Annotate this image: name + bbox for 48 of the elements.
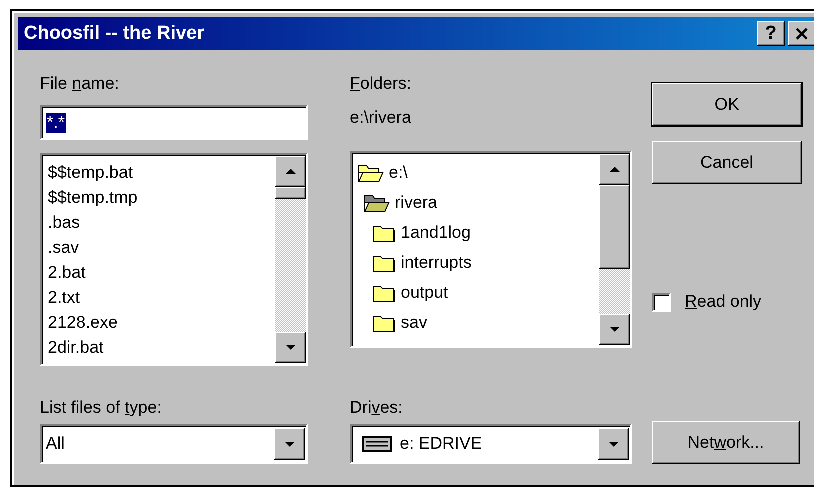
down-arrow-icon: [608, 440, 620, 448]
file-list-item[interactable]: 2128.exe: [46, 310, 271, 335]
folder-list-item[interactable]: 1and1log: [356, 218, 595, 248]
dialog-button[interactable]: OK: [652, 83, 802, 126]
folder-list-item[interactable]: e:\: [356, 158, 595, 188]
up-arrow-icon: [284, 167, 296, 176]
window-title: Choosfil -- the River: [24, 22, 205, 44]
close-button[interactable]: [788, 21, 814, 46]
dialog-button[interactable]: Cancel: [652, 141, 802, 184]
folder-list-item[interactable]: output: [356, 278, 595, 308]
file-list-item[interactable]: $$temp.tmp: [46, 185, 271, 210]
network-button[interactable]: Network...: [652, 421, 800, 464]
file-list-item[interactable]: $$temp.bat: [46, 160, 271, 185]
field-label: Folders:: [350, 74, 412, 94]
drive-icon: [362, 435, 392, 453]
folder-list-item[interactable]: interrupts: [356, 248, 595, 278]
dropdown-button[interactable]: [598, 428, 629, 460]
close-icon: [795, 28, 809, 40]
folder-list-item[interactable]: rivera: [356, 188, 595, 218]
file-list-item[interactable]: 2.bat: [46, 260, 271, 285]
scroll-down-button[interactable]: [599, 314, 630, 345]
scroll-down-button[interactable]: [275, 332, 306, 363]
folder-list-item[interactable]: sav: [356, 308, 595, 338]
folder-path: e:\rivera: [350, 107, 412, 129]
dropdown-button[interactable]: [274, 428, 305, 460]
field-label: Drives:: [350, 398, 404, 418]
scroll-up-button[interactable]: [599, 154, 630, 185]
up-arrow-icon: [608, 165, 620, 174]
drive-dropdown[interactable]: e: EDRIVE: [350, 424, 632, 464]
file-list-item[interactable]: 2.txt: [46, 285, 271, 310]
checkbox-label: Read only: [685, 292, 762, 312]
file-list-item[interactable]: 2dir.bat: [46, 335, 271, 360]
read-only-checkbox[interactable]: [652, 292, 671, 312]
scroll-thumb[interactable]: [599, 185, 630, 269]
field-label: List files of type:: [40, 398, 163, 418]
file-type-dropdown[interactable]: All: [40, 424, 308, 464]
down-arrow-icon: [608, 325, 620, 334]
down-arrow-icon: [284, 343, 296, 352]
file-name-field[interactable]: *.*: [40, 105, 308, 140]
field-label: File name:: [40, 74, 120, 94]
combo-value: e: EDRIVE: [400, 434, 482, 454]
help-button[interactable]: ?: [757, 21, 785, 46]
file-list-item[interactable]: .sav: [46, 235, 271, 260]
scroll-up-button[interactable]: [275, 156, 306, 187]
combo-value: All: [46, 434, 65, 454]
file-list-item[interactable]: .bas: [46, 210, 271, 235]
down-arrow-icon: [284, 440, 296, 448]
scroll-thumb[interactable]: [275, 187, 306, 199]
